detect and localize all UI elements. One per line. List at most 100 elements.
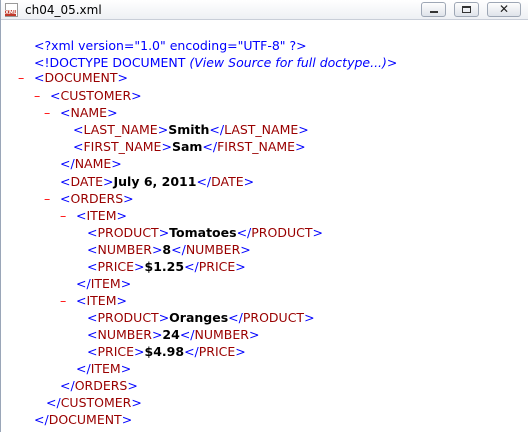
bracket: <	[60, 174, 71, 189]
item-1-price-value: $1.25	[144, 259, 185, 274]
bracket: </	[228, 310, 243, 325]
tag-name: PRODUCT	[242, 310, 305, 325]
xml-file-icon-badge: XML	[5, 10, 18, 16]
bracket: <	[50, 88, 61, 103]
customer-close-tag: </CUSTOMER>	[46, 395, 142, 411]
bracket: <	[73, 122, 84, 137]
date-element: <DATE>July 6, 2011</DATE>	[60, 174, 254, 190]
orders-close-tag: </ORDERS>	[60, 378, 138, 394]
item-1-number-value: 8	[162, 242, 172, 257]
bracket: </	[60, 378, 75, 393]
minimize-button[interactable]	[421, 2, 446, 17]
tag-name: DOCUMENT	[48, 412, 122, 427]
name-close-tag: </NAME>	[60, 156, 122, 172]
tag-name: ORDERS	[74, 378, 128, 393]
bracket: >	[158, 225, 170, 240]
close-button[interactable]: ✕	[487, 2, 521, 17]
tag-name: CUSTOMER	[60, 395, 132, 410]
bracket: <	[87, 310, 98, 325]
bracket: >	[131, 395, 142, 410]
close-icon: ✕	[498, 2, 510, 16]
document-close-tag: </DOCUMENT>	[34, 412, 132, 428]
bracket: <	[87, 242, 98, 257]
bracket: >	[298, 122, 309, 137]
tag-name: PRICE	[97, 344, 135, 359]
tag-name: PRODUCT	[97, 225, 159, 240]
bracket: >	[243, 174, 255, 189]
collapse-document-toggle[interactable]: –	[18, 70, 24, 86]
last-name-value: Smith	[168, 122, 210, 137]
item-2-number-element: <NUMBER>24</NUMBER>	[87, 327, 259, 343]
xml-document-view: <?xml version="1.0" encoding="UTF-8" ?> …	[1, 20, 528, 432]
bracket: >	[304, 310, 315, 325]
tag-name: FIRST_NAME	[83, 139, 162, 154]
bracket: <	[76, 208, 87, 223]
collapse-item-1-toggle[interactable]: –	[60, 208, 66, 224]
xml-declaration: <?xml version="1.0" encoding="UTF-8" ?>	[34, 38, 307, 54]
doctype-view-source-link[interactable]: (View Source for full doctype...)	[189, 55, 387, 70]
bracket: </	[34, 412, 49, 427]
bracket: >	[134, 344, 145, 359]
tag-name: DATE	[70, 174, 104, 189]
last-name-element: <LAST_NAME>Smith</LAST_NAME>	[73, 122, 309, 138]
bracket: </	[209, 122, 225, 137]
bracket: >	[151, 242, 163, 257]
bracket: >	[127, 378, 138, 393]
bracket: >	[240, 242, 251, 257]
bracket: <	[87, 327, 98, 342]
bracket: >	[107, 105, 118, 120]
window-title: ch04_05.xml	[25, 3, 102, 17]
collapse-orders-toggle[interactable]: –	[44, 191, 50, 207]
item-1-open-tag: <ITEM>	[76, 208, 127, 224]
bracket: >	[111, 156, 122, 171]
title-bar[interactable]: XML ch04_05.xml ✕	[1, 0, 528, 20]
name-open-tag: <NAME>	[60, 105, 118, 121]
item-1-product-element: <PRODUCT>Tomatoes</PRODUCT>	[87, 225, 323, 241]
bracket: >	[248, 327, 260, 342]
tag-name: DOCUMENT	[44, 70, 118, 85]
tag-name: ITEM	[86, 208, 117, 223]
tag-name: NUMBER	[194, 327, 249, 342]
customer-open-tag: <CUSTOMER>	[50, 88, 142, 104]
bracket: >	[158, 310, 170, 325]
item-2-price-value: $4.98	[144, 344, 185, 359]
doctype-line: <!DOCTYPE DOCUMENT (View Source for full…	[34, 55, 397, 71]
bracket: </	[179, 327, 195, 342]
tag-name: PRICE	[198, 259, 236, 274]
first-name-element: <FIRST_NAME>Sam</FIRST_NAME>	[73, 139, 306, 155]
bracket: <	[60, 191, 71, 206]
tag-name: NUMBER	[185, 242, 241, 257]
bracket: >	[161, 139, 172, 154]
orders-open-tag: <ORDERS>	[60, 191, 134, 207]
bracket: >	[103, 174, 114, 189]
bracket: >	[123, 191, 134, 206]
bracket: >	[235, 259, 246, 274]
bracket: </	[236, 225, 252, 240]
bracket: >	[116, 208, 127, 223]
tag-name: PRODUCT	[251, 225, 313, 240]
tag-name: NUMBER	[97, 242, 152, 257]
xml-viewer-window: XML ch04_05.xml ✕ <?xml version="1.0" en…	[0, 0, 528, 432]
collapse-name-toggle[interactable]: –	[44, 105, 50, 121]
tag-name: PRICE	[198, 344, 236, 359]
item-1-number-element: <NUMBER>8</NUMBER>	[87, 242, 251, 258]
bracket: </	[60, 156, 75, 171]
item-2-product-value: Oranges	[169, 310, 229, 325]
bracket: >	[295, 139, 306, 154]
bracket: >	[120, 361, 132, 376]
bracket: >	[117, 70, 128, 85]
collapse-item-2-toggle[interactable]: –	[60, 293, 66, 309]
collapse-customer-toggle[interactable]: –	[34, 88, 40, 104]
bracket: </	[76, 361, 91, 376]
tag-name: ITEM	[90, 361, 121, 376]
bracket: >	[131, 88, 142, 103]
maximize-button[interactable]	[454, 2, 479, 17]
item-2-open-tag: <ITEM>	[76, 293, 127, 309]
bracket: >	[151, 327, 163, 342]
bracket: </	[46, 395, 61, 410]
doctype-suffix: >	[386, 55, 398, 70]
bracket: <	[60, 105, 71, 120]
tag-name: ITEM	[86, 293, 117, 308]
minimize-icon	[430, 11, 438, 13]
bracket: </	[171, 242, 186, 257]
